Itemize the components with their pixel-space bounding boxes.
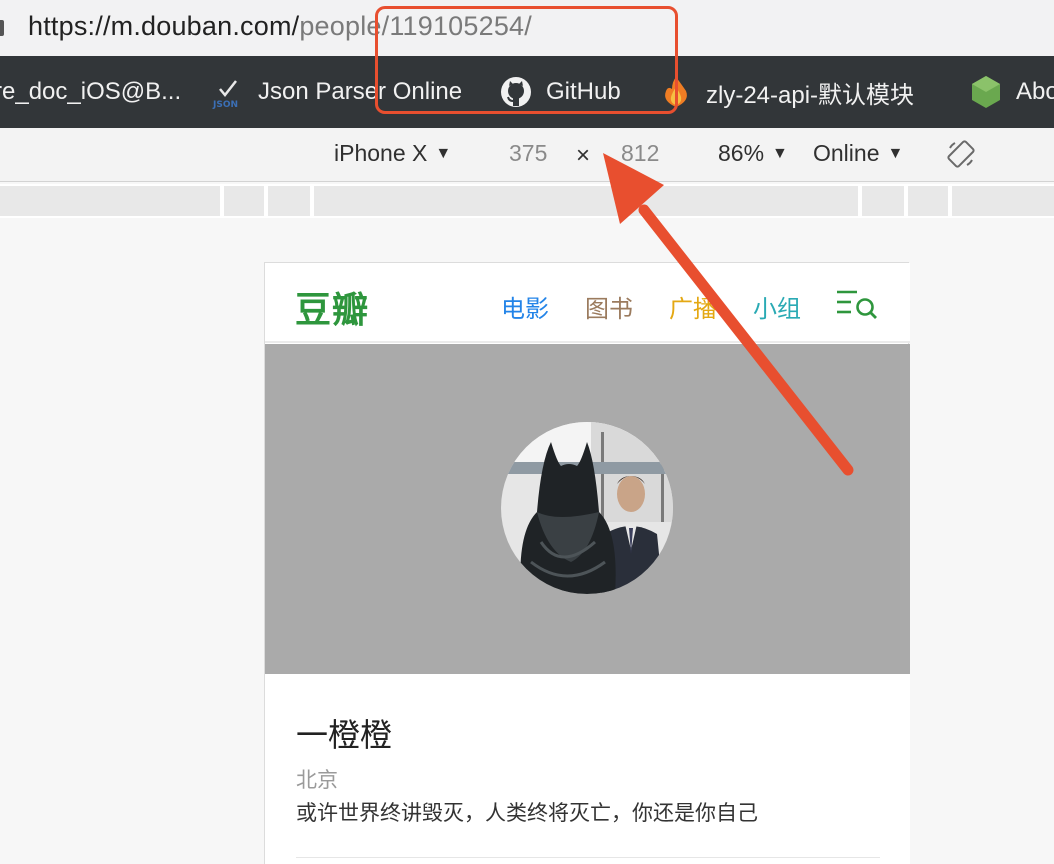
mobile-viewport: 豆瓣 电影 图书 广播 小组 一橙橙 北京 或许世界终讲毁灭，人类终将灭亡，你还… xyxy=(264,262,910,864)
url-host: https://m.douban.com/ xyxy=(28,11,300,41)
bookmark-re-doc-ios[interactable]: re_doc_iOS@B... xyxy=(0,56,181,128)
bookmark-zly-api[interactable]: zly-24-api-默认模块 xyxy=(660,56,914,128)
nav-book[interactable]: 图书 xyxy=(585,289,633,324)
profile-info: 一橙橙 北京 或许世界终讲毁灭，人类终将灭亡，你还是你自己 xyxy=(265,674,910,864)
rotate-device-icon[interactable] xyxy=(946,139,976,174)
douban-header: 豆瓣 电影 图书 广播 小组 xyxy=(265,263,910,343)
device-select[interactable]: iPhone X ▼ xyxy=(334,140,451,167)
bookmark-label: re_doc_iOS@B... xyxy=(0,78,182,105)
divider xyxy=(296,857,880,858)
browser-window: https://m.douban.com/people/119105254/ r… xyxy=(0,0,1054,864)
douban-logo[interactable]: 豆瓣 xyxy=(295,281,369,333)
network-throttle-select[interactable]: Online ▼ xyxy=(813,140,903,167)
avatar[interactable] xyxy=(501,422,673,594)
ruler-segment[interactable] xyxy=(908,186,948,216)
caret-down-icon: ▼ xyxy=(435,145,452,162)
zoom-select[interactable]: 86% ▼ xyxy=(718,140,788,167)
viewport-width-input[interactable]: 375 xyxy=(509,140,547,167)
ruler-segment[interactable] xyxy=(314,186,858,216)
bookmark-label: zly-24-api-默认模块 xyxy=(706,81,915,109)
lock-icon xyxy=(0,20,4,36)
json-icon: JSON xyxy=(210,75,244,109)
ruler-segment[interactable] xyxy=(862,186,904,216)
caret-down-icon: ▼ xyxy=(772,145,788,162)
node-icon xyxy=(970,75,1002,109)
zoom-value: 86% xyxy=(718,140,765,166)
svg-text:JSON: JSON xyxy=(212,100,238,109)
bookmark-label: Abo xyxy=(1016,78,1054,105)
nav-movie[interactable]: 电影 xyxy=(501,289,549,324)
viewport-height-input[interactable]: 812 xyxy=(621,140,659,167)
device-toolbar: iPhone X ▼ 375 × 812 86% ▼ Online ▼ xyxy=(0,128,1054,182)
profile-cover xyxy=(265,344,910,674)
ruler-segment[interactable] xyxy=(268,186,310,216)
profile-location: 北京 xyxy=(296,769,338,792)
nav-broadcast[interactable]: 广播 xyxy=(669,289,717,324)
device-name: iPhone X xyxy=(334,140,428,166)
profile-bio: 或许世界终讲毁灭，人类终将灭亡，你还是你自己 xyxy=(296,802,758,825)
menu-search-icon[interactable] xyxy=(835,287,881,326)
annotation-highlight-box xyxy=(375,6,678,114)
ruler-segment[interactable] xyxy=(0,186,220,216)
caret-down-icon: ▼ xyxy=(887,145,904,162)
profile-name: 一橙橙 xyxy=(296,717,393,753)
ruler-segment[interactable] xyxy=(224,186,264,216)
nav-group[interactable]: 小组 xyxy=(753,289,801,324)
times-icon: × xyxy=(576,142,591,169)
bookmark-abo[interactable]: Abo xyxy=(970,56,1054,128)
ruler-segment[interactable] xyxy=(952,186,1054,216)
network-value: Online xyxy=(813,140,880,166)
media-query-ruler xyxy=(0,184,1054,218)
